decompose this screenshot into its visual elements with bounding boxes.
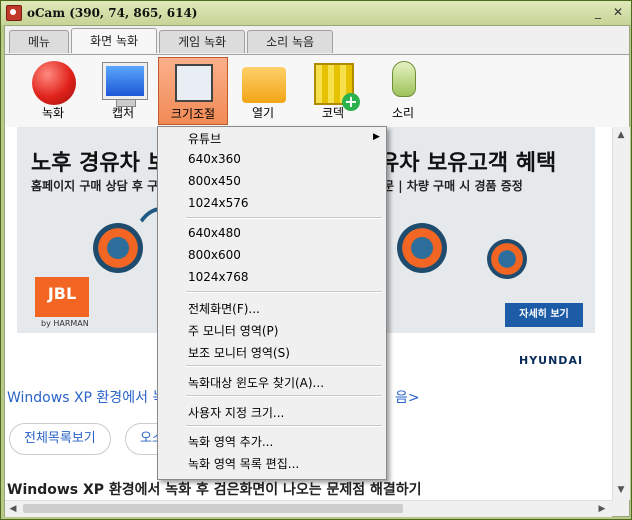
menu-item-youtube-label: 유튜브 [188, 132, 222, 146]
menu-item-edit-region-list[interactable]: 녹화 영역 목록 편집... [188, 455, 299, 472]
detail-button[interactable]: 자세히 보기 [505, 303, 583, 327]
folder-icon [242, 67, 286, 103]
scroll-left-icon[interactable]: ◀ [8, 504, 18, 514]
earbud-image-right-2 [487, 239, 527, 279]
jbl-logo: JBL [35, 277, 89, 317]
banner-title-right: 유차 보유고객 혜택 [379, 151, 557, 176]
jbl-subtext: by HARMAN [41, 319, 89, 328]
menu-item-640x480[interactable]: 640x480 [188, 226, 241, 240]
menu-item-main-monitor[interactable]: 주 모니터 영역(P) [188, 322, 278, 339]
banner-subtitle-right: 문 | 차량 구매 시 경품 증정 [383, 179, 523, 193]
sound-label: 소리 [391, 106, 415, 120]
tab-menu[interactable]: 메뉴 [9, 30, 70, 53]
banner-subtitle: 홈페이지 구매 상담 후 구매 [31, 179, 170, 193]
menu-item-add-region[interactable]: 녹화 영역 추가... [188, 433, 273, 450]
title-bar[interactable]: oCam (390, 74, 865, 614) _ ✕ [1, 1, 631, 25]
menu-item-secondary-monitor[interactable]: 보조 모니터 영역(S) [188, 344, 290, 361]
tab-sound-record[interactable]: 소리 녹음 [247, 30, 334, 53]
menu-item-1024x768[interactable]: 1024x768 [188, 270, 249, 284]
submenu-arrow-icon: ▶ [373, 132, 380, 142]
scroll-right-icon[interactable]: ▶ [597, 504, 607, 514]
menu-item-fullscreen[interactable]: 전체화면(F)... [188, 300, 260, 317]
menu-item-800x450[interactable]: 800x450 [188, 174, 241, 188]
minimize-icon[interactable]: _ [591, 5, 605, 19]
record-label: 녹화 [41, 106, 65, 120]
capture-button[interactable]: 캡처 [89, 57, 157, 123]
record-button[interactable]: 녹화 [19, 57, 87, 123]
article-heading: Windows XP 환경에서 녹화 후 검은화면이 나오는 문제점 해결하기 [7, 482, 422, 498]
codec-label: 코덱 [321, 106, 345, 120]
hyundai-logo: HYUNDAI [519, 354, 584, 367]
sound-button[interactable]: 소리 [369, 57, 437, 123]
resize-button[interactable]: 크기조절 [158, 57, 228, 125]
open-label: 열기 [251, 106, 275, 120]
tab-game-record[interactable]: 게임 녹화 [159, 30, 246, 53]
menu-item-find-window[interactable]: 녹화대상 윈도우 찾기(A)... [188, 374, 324, 391]
close-icon[interactable]: ✕ [611, 5, 625, 19]
menu-item-youtube[interactable]: 유튜브 [188, 130, 221, 147]
resize-icon [175, 64, 213, 102]
menu-separator [186, 217, 382, 219]
menu-item-1024x576[interactable]: 1024x576 [188, 196, 249, 210]
tab-screen-record[interactable]: 화면 녹화 [71, 28, 158, 53]
menu-item-800x600[interactable]: 800x600 [188, 248, 241, 262]
scroll-up-icon[interactable]: ▲ [616, 130, 626, 140]
codec-button[interactable]: 코덱 [299, 57, 367, 123]
monitor-icon [103, 63, 147, 107]
list-all-button[interactable]: 전체목록보기 [9, 423, 111, 455]
horizontal-scrollbar[interactable]: ◀ ▶ [5, 500, 612, 517]
scroll-down-icon[interactable]: ▼ [616, 485, 626, 495]
toolbar: 녹화 캡처 크기조절 열기 코덱 소리 [5, 54, 629, 128]
ocam-app-icon [6, 5, 22, 21]
resize-dropdown-menu: 유튜브 ▶ 640x360 800x450 1024x576 640x480 8… [157, 126, 387, 480]
resize-label: 크기조절 [170, 107, 216, 121]
earbud-image-right [397, 223, 447, 273]
microphone-icon [392, 61, 416, 97]
menu-item-custom-size[interactable]: 사용자 지정 크기... [188, 404, 284, 421]
article-link-end[interactable]: 음> [395, 387, 420, 407]
window-title: oCam (390, 74, 865, 614) [27, 6, 198, 20]
film-icon [314, 63, 360, 111]
menu-separator [186, 291, 382, 293]
menu-separator [186, 425, 382, 427]
capture-label: 캡처 [111, 106, 135, 120]
horizontal-scroll-thumb[interactable] [23, 504, 403, 513]
open-button[interactable]: 열기 [229, 57, 297, 123]
banner-title: 노후 경유차 보 [31, 151, 168, 176]
menu-item-640x360[interactable]: 640x360 [188, 152, 241, 166]
menu-separator [186, 365, 382, 367]
record-icon [32, 61, 76, 105]
vertical-scrollbar[interactable]: ▲ ▼ [612, 127, 630, 500]
tab-bar: 메뉴 화면 녹화 게임 녹화 소리 녹음 [5, 28, 632, 54]
article-link[interactable]: Windows XP 환경에서 녹 [7, 387, 165, 407]
menu-separator [186, 395, 382, 397]
